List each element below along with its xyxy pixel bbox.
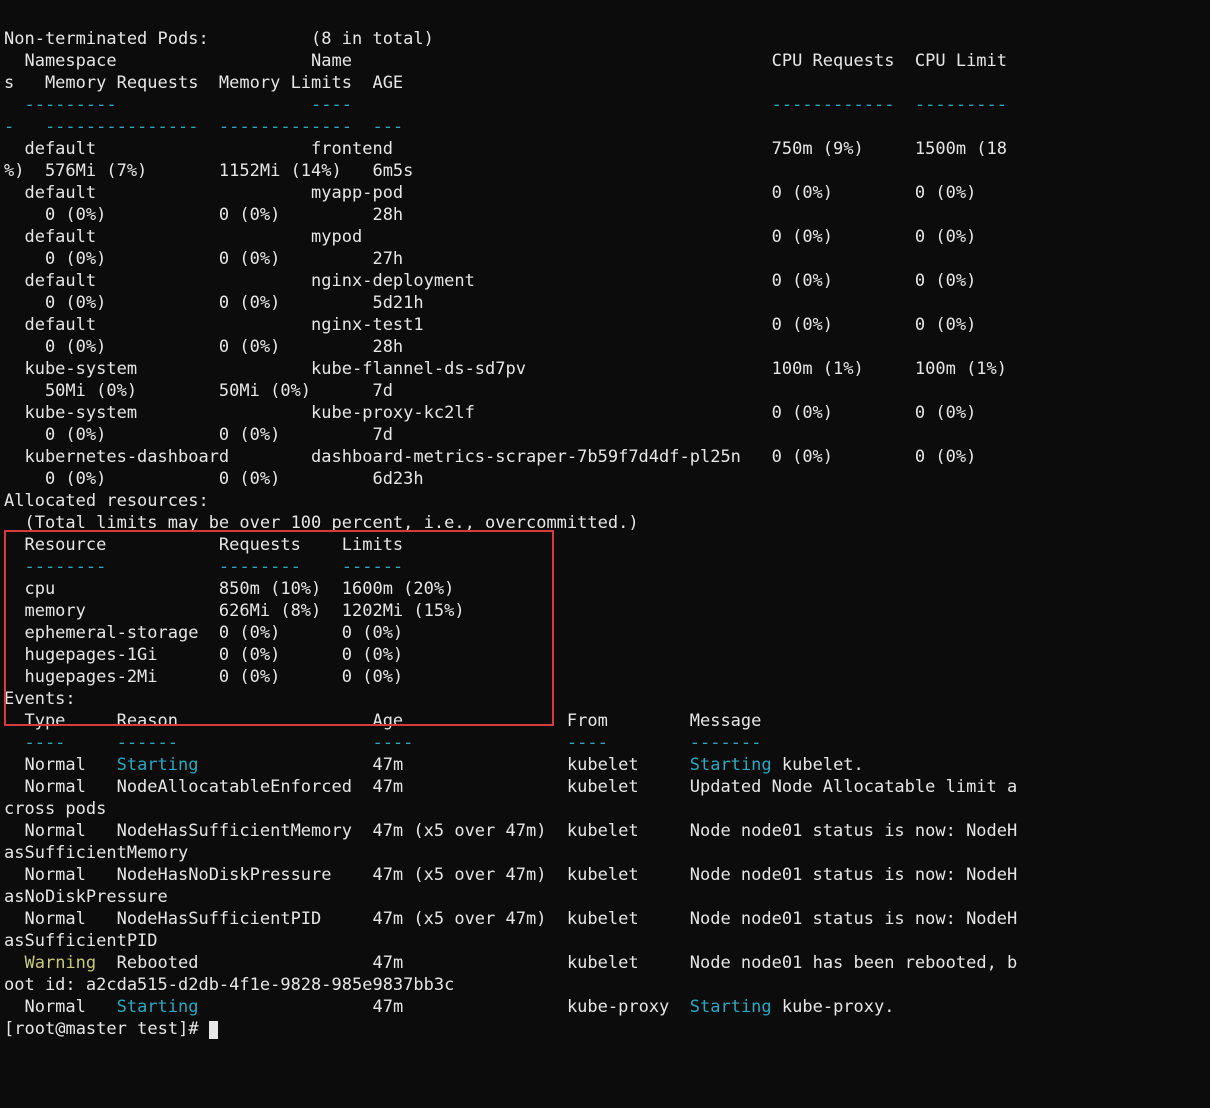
event-message-highlight: Starting <box>690 755 772 775</box>
alloc-row: hugepages-1Gi 0 (0%) 0 (0%) <box>4 645 403 665</box>
alloc-dash: -------- -------- ------ <box>4 557 403 577</box>
event-row: Warning Rebooted 47m kubelet Node node01… <box>4 953 1017 973</box>
event-row: Normal NodeAllocatableEnforced 47m kubel… <box>4 777 1017 797</box>
terminal-output: Non-terminated Pods: (8 in total) Namesp… <box>0 0 1210 1046</box>
pod-row: kubernetes-dashboard dashboard-metrics-s… <box>4 447 976 467</box>
event-type-warning: Warning <box>24 953 96 973</box>
prompt-user: root <box>14 1019 55 1039</box>
alloc-row: cpu 850m (10%) 1600m (20%) <box>4 579 454 599</box>
event-message: kube-proxy. <box>772 997 895 1017</box>
pod-row: 0 (0%) 0 (0%) 6d23h <box>4 469 424 489</box>
event-row-cont: cross pods <box>4 799 106 819</box>
pod-row: default nginx-test1 0 (0%) 0 (0%) <box>4 315 976 335</box>
shell-prompt[interactable]: [root@master test]# <box>4 1019 218 1039</box>
event-reason: Starting <box>117 997 199 1017</box>
event-prefix: Normal <box>4 755 117 775</box>
event-row-cont: asSufficientMemory <box>4 843 188 863</box>
pods-header-cols2: s Memory Requests Memory Limits AGE <box>4 73 403 93</box>
pod-row: 0 (0%) 0 (0%) 5d21h <box>4 293 424 313</box>
events-header: Type Reason Age From Message <box>4 711 761 731</box>
event-row-cont: asNoDiskPressure <box>4 887 168 907</box>
pods-header-dash1: --------- ---- ------------ --------- <box>4 95 1007 115</box>
pod-row: default mypod 0 (0%) 0 (0%) <box>4 227 976 247</box>
pods-header-line1: Non-terminated Pods: (8 in total) <box>4 29 434 49</box>
alloc-header: Resource Requests Limits <box>4 535 403 555</box>
event-row: Normal Starting 47m kubelet Starting kub… <box>4 755 864 775</box>
prompt-open: [ <box>4 1019 14 1039</box>
event-row: Normal NodeHasSufficientMemory 47m (x5 o… <box>4 821 1017 841</box>
event-message: kubelet. <box>772 755 864 775</box>
pods-header-cols1: Namespace Name CPU Requests CPU Limit <box>4 51 1007 71</box>
event-reason: Starting <box>117 755 199 775</box>
pod-row: 0 (0%) 0 (0%) 7d <box>4 425 393 445</box>
prompt-at: @ <box>55 1019 65 1039</box>
alloc-note: (Total limits may be over 100 percent, i… <box>4 513 639 533</box>
event-segment: Rebooted 47m kubelet Node node01 has bee… <box>96 953 1017 973</box>
events-title: Events: <box>4 689 76 709</box>
event-row: Normal NodeHasNoDiskPressure 47m (x5 ove… <box>4 865 1017 885</box>
prompt-close: ]# <box>178 1019 209 1039</box>
pod-row: default myapp-pod 0 (0%) 0 (0%) <box>4 183 976 203</box>
alloc-row: hugepages-2Mi 0 (0%) 0 (0%) <box>4 667 403 687</box>
event-prefix <box>4 953 24 973</box>
alloc-row: memory 626Mi (8%) 1202Mi (15%) <box>4 601 465 621</box>
alloc-title: Allocated resources: <box>4 491 209 511</box>
pod-row: %) 576Mi (7%) 1152Mi (14%) 6m5s <box>4 161 413 181</box>
event-message-highlight: Starting <box>690 997 772 1017</box>
event-prefix: Normal <box>4 997 117 1017</box>
event-segment: 47m kube-proxy <box>198 997 689 1017</box>
pod-row: 50Mi (0%) 50Mi (0%) 7d <box>4 381 393 401</box>
events-dash: ---- ------ ---- ---- ------- <box>4 733 761 753</box>
prompt-space <box>127 1019 137 1039</box>
event-segment: 47m kubelet <box>198 755 689 775</box>
pod-row: 0 (0%) 0 (0%) 28h <box>4 337 403 357</box>
prompt-cwd: test <box>137 1019 178 1039</box>
pod-row: 0 (0%) 0 (0%) 28h <box>4 205 403 225</box>
pod-row: default frontend 750m (9%) 1500m (18 <box>4 139 1007 159</box>
alloc-row: ephemeral-storage 0 (0%) 0 (0%) <box>4 623 403 643</box>
event-row-cont: asSufficientPID <box>4 931 158 951</box>
prompt-host: master <box>65 1019 126 1039</box>
pods-header-dash2: - --------------- ------------- --- <box>4 117 403 137</box>
event-row: Normal NodeHasSufficientPID 47m (x5 over… <box>4 909 1017 929</box>
pod-row: kube-system kube-flannel-ds-sd7pv 100m (… <box>4 359 1007 379</box>
cursor-icon <box>209 1021 218 1039</box>
pod-row: kube-system kube-proxy-kc2lf 0 (0%) 0 (0… <box>4 403 976 423</box>
pod-row: 0 (0%) 0 (0%) 27h <box>4 249 403 269</box>
pod-row: default nginx-deployment 0 (0%) 0 (0%) <box>4 271 976 291</box>
event-row-cont: oot id: a2cda515-d2db-4f1e-9828-985e9837… <box>4 975 454 995</box>
event-row: Normal Starting 47m kube-proxy Starting … <box>4 997 894 1017</box>
